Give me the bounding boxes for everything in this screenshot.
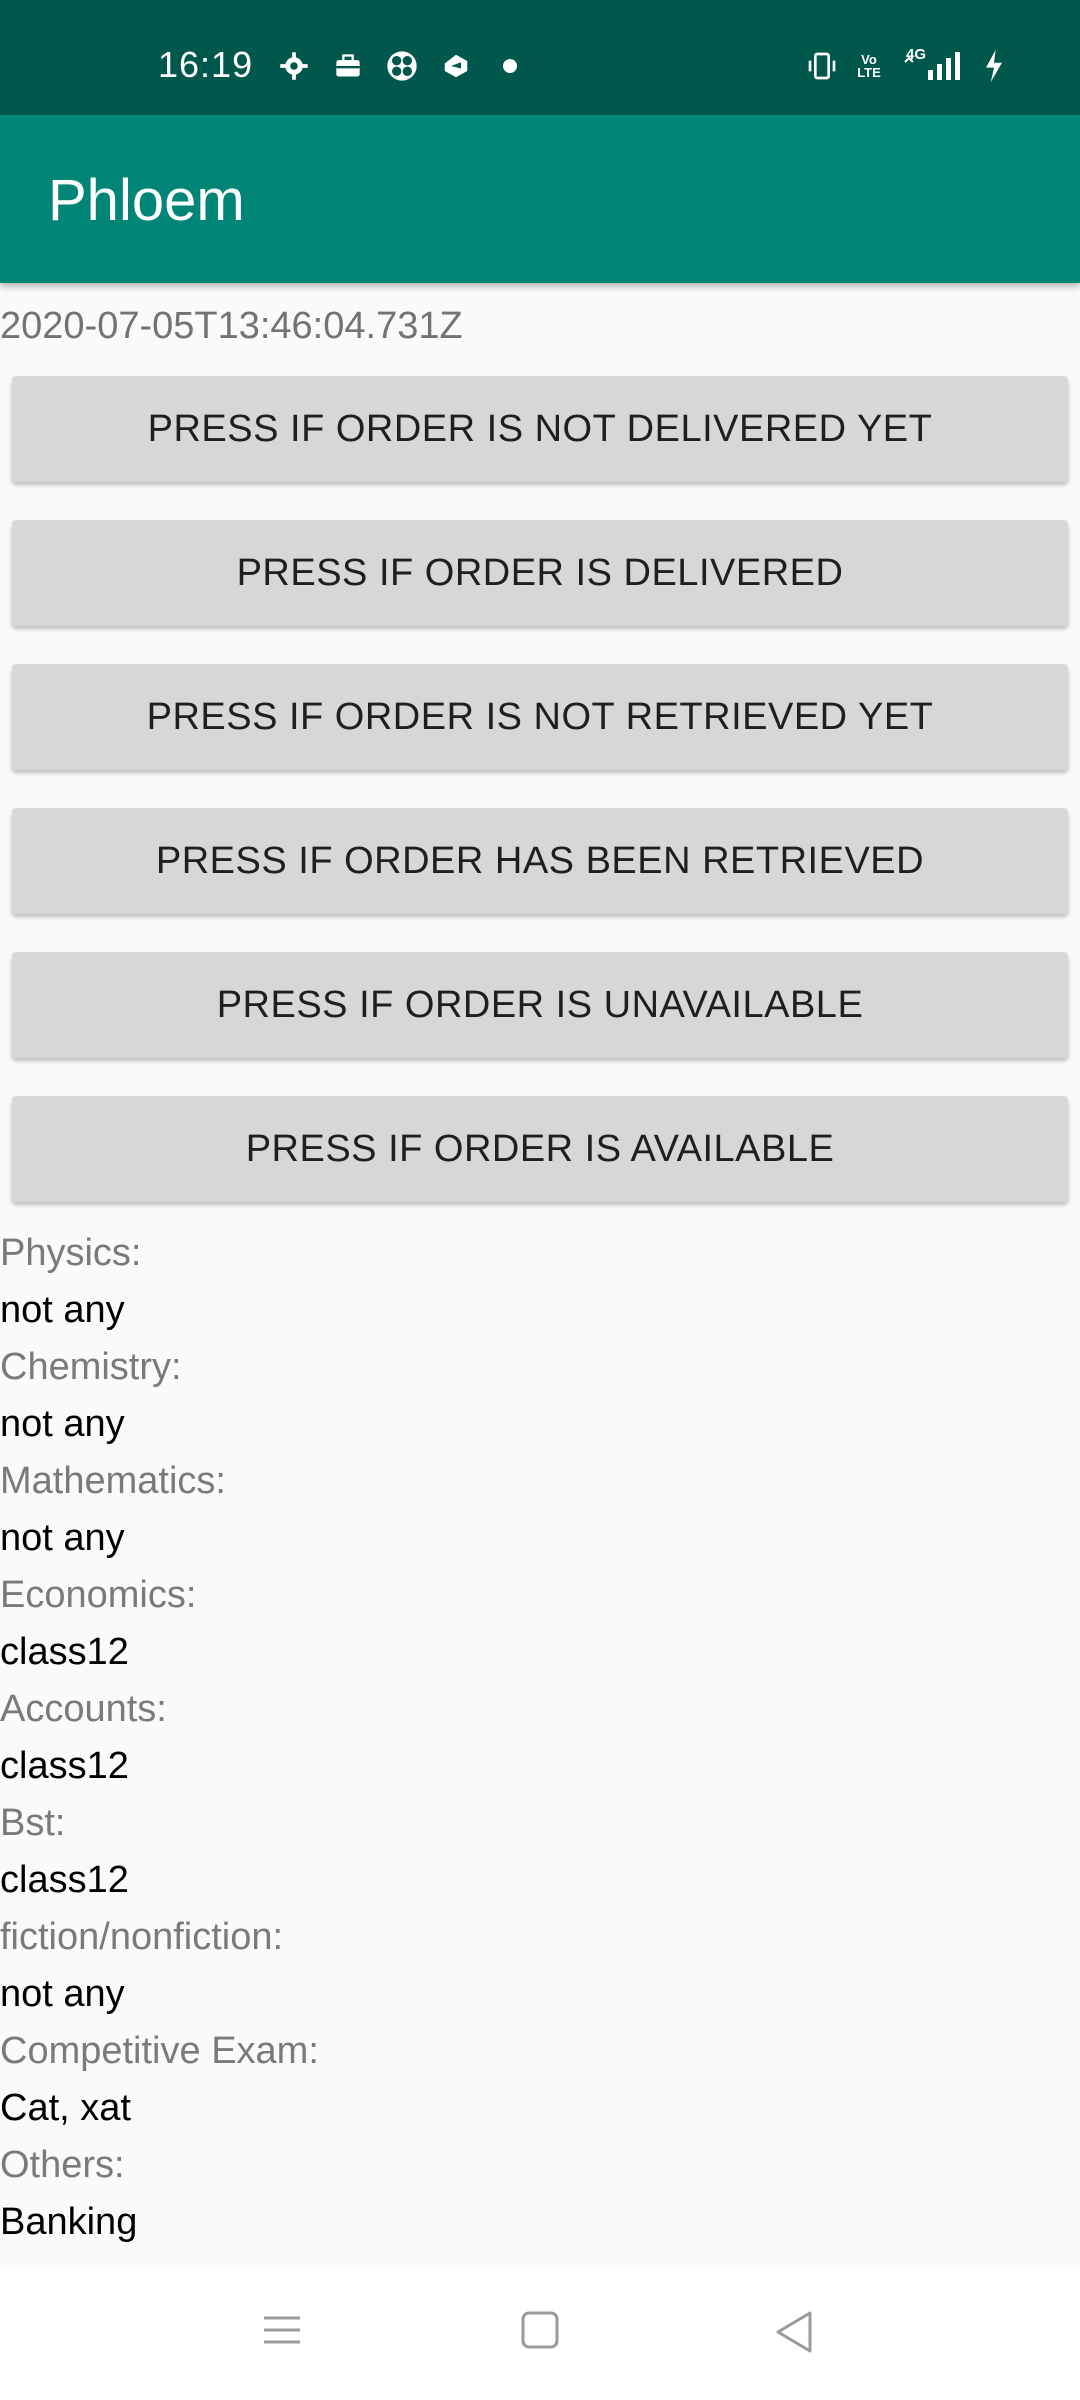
signal-4g-icon: 4G — [900, 46, 964, 82]
volte-label: Vo LTE — [857, 52, 881, 80]
status-left-icons — [278, 50, 526, 82]
delivered-button[interactable]: PRESS IF ORDER IS DELIVERED — [12, 520, 1068, 626]
order-timestamp: 2020-07-05T13:46:04.731Z — [0, 305, 463, 347]
field-accounts: Accounts: class12 — [0, 1681, 167, 1795]
field-label: Chemistry: — [0, 1346, 182, 1388]
field-value: class12 — [0, 1745, 129, 1787]
unavailable-button[interactable]: PRESS IF ORDER IS UNAVAILABLE — [12, 952, 1068, 1058]
field-label: Physics: — [0, 1232, 142, 1274]
status-time: 16:19 — [158, 44, 254, 85]
field-value: not any — [0, 1403, 125, 1445]
field-value: not any — [0, 1289, 125, 1331]
field-value: not any — [0, 1973, 125, 2015]
field-label: Competitive Exam: — [0, 2030, 319, 2072]
system-nav-bar — [0, 2268, 1080, 2400]
field-value: Banking — [0, 2201, 138, 2243]
home-square-icon[interactable] — [520, 2310, 560, 2355]
field-value: class12 — [0, 1631, 129, 1673]
not-delivered-button[interactable]: PRESS IF ORDER IS NOT DELIVERED YET — [12, 376, 1068, 482]
field-value: class12 — [0, 1859, 129, 1901]
field-label: Bst: — [0, 1802, 66, 1844]
menu-icon[interactable] — [262, 2310, 302, 2355]
retrieved-button[interactable]: PRESS IF ORDER HAS BEEN RETRIEVED — [12, 808, 1068, 914]
not-retrieved-button[interactable]: PRESS IF ORDER IS NOT RETRIEVED YET — [12, 664, 1068, 770]
status-right-icons: Vo LTE 4G — [806, 46, 1010, 82]
field-label: Mathematics: — [0, 1460, 226, 1502]
field-value: not any — [0, 1517, 125, 1559]
dot-icon — [494, 50, 526, 82]
fan-icon — [386, 50, 418, 82]
charging-icon — [978, 50, 1010, 82]
field-mathematics: Mathematics: not any — [0, 1453, 226, 1567]
back-triangle-icon[interactable] — [774, 2310, 814, 2359]
field-value: Cat, xat — [0, 2087, 131, 2129]
briefcase-icon — [332, 50, 364, 82]
field-label: Accounts: — [0, 1688, 167, 1730]
field-chemistry: Chemistry: not any — [0, 1339, 182, 1453]
field-economics: Economics: class12 — [0, 1567, 196, 1681]
field-bst: Bst: class12 — [0, 1795, 129, 1909]
settings-icon — [278, 50, 310, 82]
network-label: 4G — [906, 46, 927, 63]
drive-icon — [440, 50, 472, 82]
volte-icon: Vo LTE — [852, 50, 886, 82]
vibrate-icon — [806, 50, 838, 82]
field-label: Economics: — [0, 1574, 197, 1616]
app-bar: Phloem — [0, 115, 1080, 283]
available-button[interactable]: PRESS IF ORDER IS AVAILABLE — [12, 1096, 1068, 1202]
app-title: Phloem — [48, 168, 245, 233]
field-label: fiction/nonfiction: — [0, 1916, 284, 1958]
field-physics: Physics: not any — [0, 1225, 141, 1339]
field-fiction-nonfiction: fiction/nonfiction: not any — [0, 1909, 283, 2023]
field-competitive-exam: Competitive Exam: Cat, xat — [0, 2023, 319, 2137]
field-others: Others: Banking — [0, 2137, 137, 2251]
status-bar: 16:19 Vo LTE 4G — [0, 0, 1080, 115]
field-label: Others: — [0, 2144, 125, 2186]
